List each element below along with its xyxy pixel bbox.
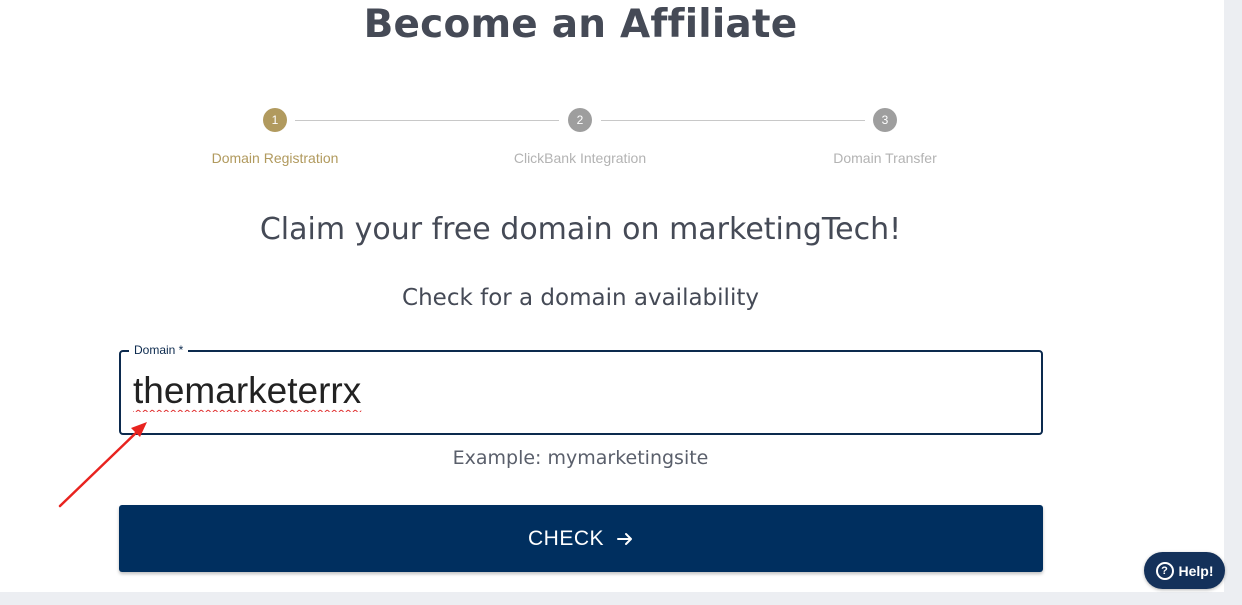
domain-helper-text: Example: mymarketingsite: [452, 447, 709, 469]
arrow-right-icon: [617, 532, 632, 545]
help-button[interactable]: ? Help!: [1144, 552, 1225, 589]
page-bottom-edge: [0, 592, 1242, 605]
domain-input[interactable]: [133, 370, 1013, 412]
help-button-label: Help!: [1178, 562, 1214, 579]
scrollbar-track[interactable]: [1224, 0, 1242, 605]
step-1-label: Domain Registration: [211, 150, 339, 166]
step-1-circle[interactable]: 1: [263, 108, 287, 132]
claim-heading: Claim your free domain on marketingTech!: [259, 212, 902, 247]
step-2-label: ClickBank Integration: [513, 150, 647, 166]
check-button-label: CHECK: [527, 526, 604, 550]
step-3-label: Domain Transfer: [833, 150, 937, 166]
availability-subheading: Check for a domain availability: [402, 285, 759, 311]
step-2-circle[interactable]: 2: [568, 108, 592, 132]
affiliate-page: Become an Affiliate 1 2 3 Domain Registr…: [0, 0, 1242, 605]
domain-field: Domain *: [119, 343, 1043, 435]
annotation-arrow-icon: [58, 422, 147, 508]
stepper-connector-1: [295, 120, 559, 121]
step-3-circle[interactable]: 3: [873, 108, 897, 132]
domain-field-label: Domain *: [129, 343, 189, 357]
question-circle-icon: ?: [1155, 561, 1174, 580]
page-title: Become an Affiliate: [363, 2, 798, 47]
stepper-connector-2: [601, 120, 865, 121]
check-button[interactable]: CHECK: [119, 505, 1043, 572]
